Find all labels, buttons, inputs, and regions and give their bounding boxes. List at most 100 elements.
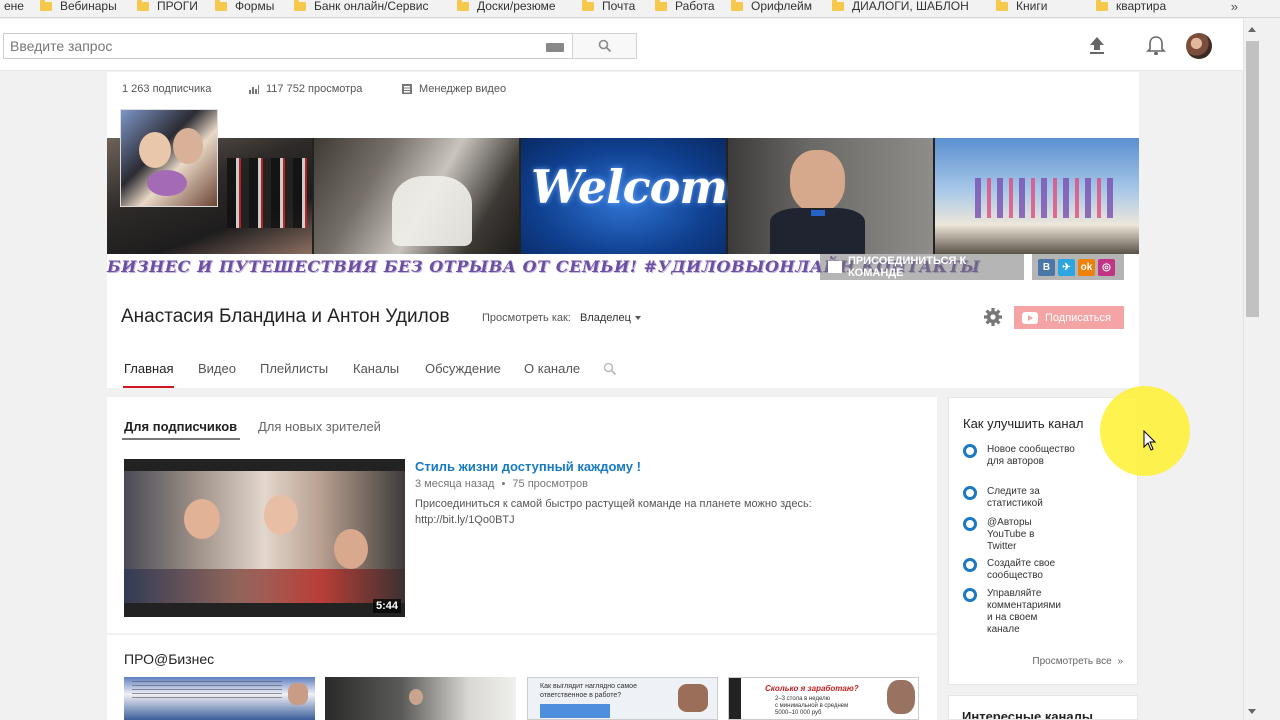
bookmark-folder-bank[interactable]: Банк онлайн/Сервис — [294, 0, 429, 16]
bookmark-folder-forms[interactable]: Формы — [215, 0, 274, 16]
upload-icon[interactable] — [1088, 36, 1106, 56]
main-content: Для подписчиков Для новых зрителей 5:44 … — [107, 397, 937, 720]
video-age: 3 месяца назад — [415, 478, 495, 490]
bookmark-folder-books[interactable]: Книги — [996, 0, 1047, 16]
shelf-video-thumbnail[interactable] — [325, 677, 516, 720]
shelf-thumbnail-text: 5000–10 000 руб — [775, 710, 822, 716]
sidebar-item-comments[interactable]: Управляйте комментариями и на своем кана… — [963, 588, 1069, 636]
sidebar-item-analytics[interactable]: Следите за статистикой — [963, 486, 1077, 510]
sidebar-item-label: Следите за статистикой — [987, 486, 1043, 509]
shelf-video-thumbnail[interactable]: Как выглядит наглядно самое ответственно… — [527, 677, 718, 720]
bookmarks-overflow-button[interactable]: » — [1231, 0, 1238, 14]
search-input[interactable] — [4, 34, 524, 58]
search-box — [3, 33, 573, 59]
bar-chart-icon — [249, 85, 259, 94]
tab-channels[interactable]: Каналы — [353, 361, 399, 376]
tab-about[interactable]: О канале — [524, 361, 580, 376]
section-divider — [107, 633, 937, 635]
account-avatar[interactable] — [1186, 33, 1212, 59]
subscribe-button[interactable]: Подписаться — [1014, 306, 1124, 329]
join-team-label: ПРИСОЕДИНИТЬСЯ К КОМАНДЕ — [847, 255, 967, 279]
scrollbar-thumb[interactable] — [1246, 41, 1259, 317]
featured-video-title[interactable]: Стиль жизни доступный каждому ! — [415, 459, 641, 474]
channel-stats-bar: 1 263 подписчика 117 752 просмотра Менед… — [107, 72, 1139, 108]
view-count[interactable]: 117 752 просмотра — [249, 83, 362, 95]
shelf-video-thumbnail[interactable]: Сколько я заработаю? 2–3 стола в неделю … — [728, 677, 919, 720]
section-title-pro-business[interactable]: ПРО@Бизнес — [124, 651, 214, 667]
banner-caption-strip: БИЗНЕС И ПУТЕШЕСТВИЯ БЕЗ ОТРЫВА ОТ СЕМЬИ… — [107, 254, 1139, 280]
vk-icon[interactable]: В — [1038, 258, 1055, 276]
subtab-new-viewers[interactable]: Для новых зрителей — [258, 419, 381, 434]
bookmark-folder-webinars[interactable]: Вебинары — [40, 0, 117, 16]
circle-icon — [963, 517, 977, 531]
view-all-link[interactable]: Просмотреть все » — [1032, 656, 1123, 667]
view-as-label: Просмотреть как: — [482, 312, 571, 324]
bookmark-folder-boards[interactable]: Доски/резюме — [457, 0, 556, 16]
scroll-up-arrow-icon[interactable] — [1248, 27, 1256, 32]
search-button[interactable] — [572, 33, 637, 59]
sidebar-item-creator-community[interactable]: Новое сообщество для авторов — [963, 444, 1077, 468]
sidebar-item-twitter[interactable]: @Авторы YouTube в Twitter — [963, 517, 1047, 553]
view-as-dropdown[interactable]: Владелец — [580, 312, 641, 324]
sidebar-item-label: Управляйте комментариями и на своем кана… — [987, 588, 1061, 635]
channel-title[interactable]: Анастасия Бландина и Антон Удилов — [121, 306, 450, 328]
subscriber-count[interactable]: 1 263 подписчика — [122, 83, 211, 95]
odnoklassniki-icon[interactable]: ok — [1078, 258, 1095, 276]
bookmark-label: ене — [4, 0, 24, 13]
bookmark-item[interactable]: ене — [4, 0, 24, 16]
gear-icon[interactable] — [983, 307, 1003, 327]
join-team-link[interactable]: ПРИСОЕДИНИТЬСЯ К КОМАНДЕ — [820, 254, 1024, 280]
channel-search-icon[interactable] — [603, 362, 617, 376]
bookmark-label: ПРОГИ — [157, 0, 198, 13]
shelf-thumbnail-heading: Сколько я заработаю? — [765, 684, 859, 693]
featured-channels-panel: Интересные каналы — [948, 695, 1138, 720]
bookmark-label: Книги — [1016, 0, 1048, 13]
view-all-label: Просмотреть все — [1032, 656, 1112, 667]
tab-playlists[interactable]: Плейлисты — [260, 361, 328, 376]
folder-icon — [655, 0, 667, 11]
instagram-icon[interactable]: ◎ — [1098, 258, 1115, 276]
channel-avatar-photo[interactable] — [120, 109, 218, 207]
video-views: 75 просмотров — [512, 478, 588, 490]
circle-icon — [963, 444, 977, 458]
telegram-icon[interactable]: ✈ — [1058, 258, 1075, 276]
bookmark-label: Банк онлайн/Сервис — [314, 0, 429, 13]
banner-photo-couple — [314, 138, 519, 254]
video-manager-icon — [402, 84, 412, 94]
page-scrollbar[interactable] — [1243, 19, 1260, 720]
keyboard-icon[interactable] — [546, 43, 564, 52]
tab-discussion[interactable]: Обсуждение — [425, 361, 501, 376]
circle-icon — [963, 588, 977, 602]
bookmark-folder-work[interactable]: Работа — [655, 0, 715, 16]
bookmark-folder-progi[interactable]: ПРОГИ — [137, 0, 198, 16]
bookmark-folder-apartment[interactable]: квартира — [1096, 0, 1166, 16]
shelf-thumbnail-text: 2–3 стола в неделю — [775, 696, 831, 702]
double-chevron-icon: » — [1117, 656, 1123, 667]
scroll-down-arrow-icon[interactable] — [1248, 709, 1256, 714]
folder-icon — [1096, 0, 1108, 11]
circle-icon — [963, 558, 977, 572]
folder-icon — [457, 0, 469, 11]
improve-channel-title: Как улучшить канал — [963, 416, 1084, 431]
video-description-link[interactable]: http://bit.ly/1Qo0BTJ — [415, 512, 875, 528]
bookmark-folder-mail[interactable]: Почта — [582, 0, 635, 16]
sidebar-item-create-community[interactable]: Создайте свое сообщество — [963, 558, 1077, 582]
tab-videos[interactable]: Видео — [198, 361, 236, 376]
mouse-cursor-icon — [1143, 430, 1157, 451]
subtab-subscribers[interactable]: Для подписчиков — [121, 419, 241, 440]
video-manager-link[interactable]: Менеджер видео — [402, 83, 506, 95]
shelf-video-thumbnail[interactable] — [124, 677, 315, 720]
notifications-bell-icon[interactable] — [1146, 35, 1166, 57]
shelf-thumbnail-text: Как выглядит наглядно самое ответственно… — [540, 683, 637, 699]
bookmark-folder-dialogs[interactable]: ДИАЛОГИ, ШАБЛОН — [832, 0, 969, 16]
tab-home[interactable]: Главная — [122, 361, 175, 388]
bookmark-folder-oriflame[interactable]: Орифлейм — [731, 0, 812, 16]
bookmark-label: квартира — [1116, 0, 1167, 13]
featured-video-thumbnail[interactable]: 5:44 — [124, 459, 405, 617]
bookmark-label: Орифлейм — [751, 0, 812, 13]
subscriber-count-label: 1 263 подписчика — [122, 83, 212, 95]
shelf-thumbnail-text: с минимальной в среднем — [775, 703, 849, 709]
bookmark-label: Формы — [235, 0, 275, 13]
featured-channels-title: Интересные каналы — [962, 709, 1093, 720]
welcome-text: Welcome — [531, 160, 756, 214]
